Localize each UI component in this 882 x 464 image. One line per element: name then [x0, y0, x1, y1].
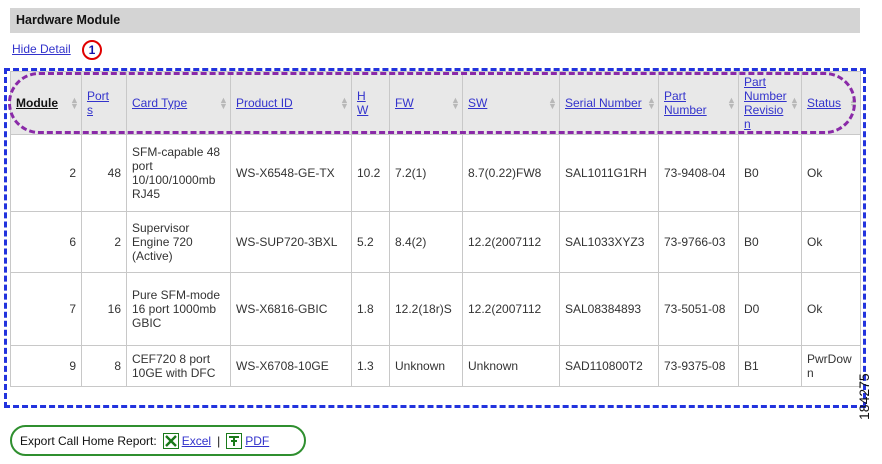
col-header-label[interactable]: Product ID	[236, 96, 293, 110]
sort-icon[interactable]: ▲ ▼	[790, 96, 799, 111]
col-header-label[interactable]: HW	[357, 89, 368, 117]
cell-card-type: CEF720 8 port 10GE with DFC	[126, 345, 231, 387]
sort-icon[interactable]: ▲ ▼	[849, 96, 858, 111]
sort-icon[interactable]: ▲ ▼	[340, 96, 349, 111]
table-row: 9 8 CEF720 8 port 10GE with DFC WS-X6708…	[10, 345, 861, 387]
cell-module: 6	[10, 211, 82, 273]
hardware-module-table: Module ▲ ▼ Ports Card Type ▲ ▼ Product ID ▲ ▼ …	[10, 71, 861, 387]
cell-hw: 1.3	[351, 345, 390, 387]
cell-part-number: 73-5051-08	[658, 272, 739, 346]
cell-sw: 8.7(0.22)FW8	[462, 134, 560, 212]
table-row: 6 2 Supervisor Engine 720 (Active) WS-SU…	[10, 211, 861, 273]
col-header-status[interactable]: Status ▲ ▼	[801, 71, 861, 135]
cell-module: 7	[10, 272, 82, 346]
cell-card-type: Pure SFM-mode 16 port 1000mb GBIC	[126, 272, 231, 346]
cell-status: PwrDown	[801, 345, 861, 387]
cell-part-number: 73-9375-08	[658, 345, 739, 387]
col-header-ports[interactable]: Ports	[81, 71, 127, 135]
cell-sw: 12.2(2007112	[462, 211, 560, 273]
cell-ports: 2	[81, 211, 127, 273]
col-header-module[interactable]: Module ▲ ▼	[10, 71, 82, 135]
col-header-serial-number[interactable]: Serial Number ▲ ▼	[559, 71, 659, 135]
col-header-label[interactable]: Status	[807, 96, 841, 110]
col-header-label[interactable]: Module	[16, 96, 58, 110]
cell-sw: 12.2(2007112	[462, 272, 560, 346]
excel-icon[interactable]	[162, 432, 179, 449]
figure-id: 184275	[856, 373, 872, 420]
sort-icon[interactable]: ▲ ▼	[727, 96, 736, 111]
callout-marker: 1	[82, 40, 102, 60]
cell-serial-number: SAD110800T2	[559, 345, 659, 387]
cell-ports: 8	[81, 345, 127, 387]
cell-part-revision: B1	[738, 345, 802, 387]
pdf-link[interactable]: PDF	[245, 434, 269, 448]
col-header-fw[interactable]: FW ▲ ▼	[389, 71, 463, 135]
hide-detail-link[interactable]: Hide Detail	[12, 42, 71, 56]
cell-part-revision: B0	[738, 134, 802, 212]
col-header-label[interactable]: Ports	[87, 89, 109, 117]
section-title: Hardware Module	[10, 8, 860, 33]
cell-part-number: 73-9408-04	[658, 134, 739, 212]
sort-icon[interactable]: ▲ ▼	[647, 96, 656, 111]
cell-card-type: Supervisor Engine 720 (Active)	[126, 211, 231, 273]
col-header-label[interactable]: Part Number Revision	[744, 75, 787, 131]
cell-status: Ok	[801, 272, 861, 346]
cell-serial-number: SAL1033XYZ3	[559, 211, 659, 273]
cell-status: Ok	[801, 134, 861, 212]
cell-hw: 5.2	[351, 211, 390, 273]
sort-icon[interactable]: ▲ ▼	[548, 96, 557, 111]
table-row: 2 48 SFM-capable 48 port 10/100/1000mb R…	[10, 134, 861, 212]
cell-sw: Unknown	[462, 345, 560, 387]
col-header-label[interactable]: Card Type	[132, 96, 187, 110]
cell-product-id: WS-X6708-10GE	[230, 345, 352, 387]
cell-card-type: SFM-capable 48 port 10/100/1000mb RJ45	[126, 134, 231, 212]
export-separator: |	[217, 433, 221, 448]
col-header-card-type[interactable]: Card Type ▲ ▼	[126, 71, 231, 135]
col-header-sw[interactable]: SW ▲ ▼	[462, 71, 560, 135]
cell-product-id: WS-X6816-GBIC	[230, 272, 352, 346]
cell-fw: 8.4(2)	[389, 211, 463, 273]
sort-icon[interactable]: ▲ ▼	[219, 96, 228, 111]
sort-icon[interactable]: ▲ ▼	[70, 96, 79, 111]
col-header-label[interactable]: SW	[468, 96, 487, 110]
cell-serial-number: SAL08384893	[559, 272, 659, 346]
cell-fw: 7.2(1)	[389, 134, 463, 212]
col-header-part-number[interactable]: Part Number ▲ ▼	[658, 71, 739, 135]
cell-fw: 12.2(18r)S	[389, 272, 463, 346]
cell-module: 2	[10, 134, 82, 212]
cell-product-id: WS-SUP720-3BXL	[230, 211, 352, 273]
hardware-module-table-container: Module ▲ ▼ Ports Card Type ▲ ▼ Product ID ▲ ▼ …	[10, 71, 861, 406]
col-header-label[interactable]: Serial Number	[565, 96, 642, 110]
col-header-product-id[interactable]: Product ID ▲ ▼	[230, 71, 352, 135]
cell-product-id: WS-X6548-GE-TX	[230, 134, 352, 212]
col-header-label[interactable]: Part Number	[664, 89, 707, 117]
cell-serial-number: SAL1011G1RH	[559, 134, 659, 212]
cell-ports: 16	[81, 272, 127, 346]
table-header-row: Module ▲ ▼ Ports Card Type ▲ ▼ Product ID ▲ ▼ …	[10, 71, 861, 135]
cell-module: 9	[10, 345, 82, 387]
export-label: Export Call Home Report:	[20, 433, 157, 448]
cell-hw: 1.8	[351, 272, 390, 346]
col-header-hw[interactable]: HW	[351, 71, 390, 135]
cell-hw: 10.2	[351, 134, 390, 212]
cell-part-revision: B0	[738, 211, 802, 273]
col-header-label[interactable]: FW	[395, 96, 414, 110]
excel-link[interactable]: Excel	[182, 434, 211, 448]
export-call-home-report: Export Call Home Report: Excel | PDF	[10, 425, 306, 456]
pdf-icon[interactable]	[226, 432, 243, 449]
col-header-part-number-revision[interactable]: Part Number Revision ▲ ▼	[738, 71, 802, 135]
cell-part-number: 73-9766-03	[658, 211, 739, 273]
cell-status: Ok	[801, 211, 861, 273]
cell-fw: Unknown	[389, 345, 463, 387]
table-row: 7 16 Pure SFM-mode 16 port 1000mb GBIC W…	[10, 272, 861, 346]
cell-part-revision: D0	[738, 272, 802, 346]
sort-icon[interactable]: ▲ ▼	[451, 96, 460, 111]
cell-ports: 48	[81, 134, 127, 212]
